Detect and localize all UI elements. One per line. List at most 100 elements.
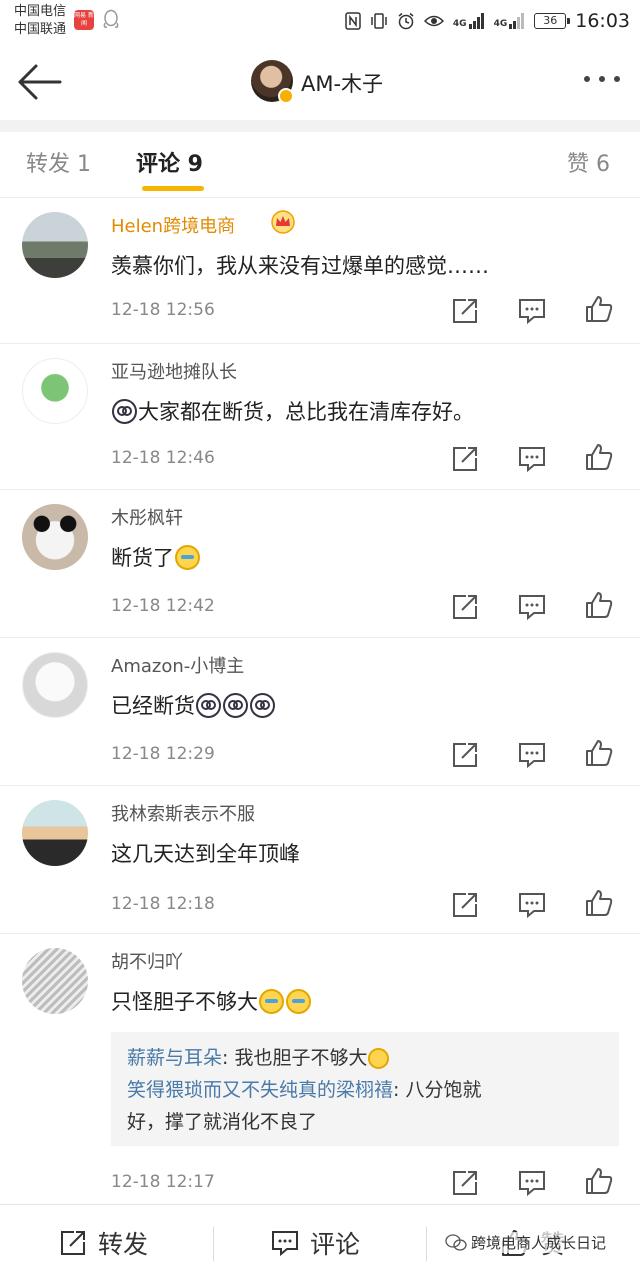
comment-icon bbox=[272, 1231, 298, 1257]
comment-item: 亚马逊地摊队长 大家都在断货，总比我在清库存好。 12-18 12:46 bbox=[0, 344, 640, 490]
comment-text: 这几天达到全年顶峰 bbox=[111, 842, 300, 866]
battery-indicator: 36 bbox=[534, 13, 571, 29]
comment-icon[interactable] bbox=[517, 444, 547, 474]
avatar[interactable] bbox=[22, 212, 88, 278]
repost-icon[interactable] bbox=[450, 592, 480, 622]
dizzy-emoji-icon bbox=[223, 692, 248, 718]
signal-1: 4G bbox=[453, 13, 485, 29]
page-title[interactable]: AM-木子 bbox=[301, 68, 383, 98]
commenter-name[interactable]: 胡不归吖 bbox=[111, 948, 183, 974]
repost-icon[interactable] bbox=[450, 740, 480, 770]
reply-author[interactable]: 笑得猥琐而又不失纯真的梁栩禧 bbox=[127, 1079, 393, 1101]
thumbs-up-icon[interactable] bbox=[584, 888, 614, 918]
clock: 16:03 bbox=[575, 10, 630, 32]
avatar[interactable] bbox=[22, 652, 88, 718]
comment-text: 羡慕你们，我从来没有过爆单的感觉…… bbox=[111, 254, 489, 278]
reply-text: : 八分饱就 bbox=[393, 1079, 482, 1101]
tab-repost[interactable]: 转发 1 bbox=[26, 146, 91, 178]
reply-item: 薪薪与耳朵: 我也胆子不够大 bbox=[127, 1042, 603, 1074]
watermark-text: 跨境电商人成长日记 bbox=[471, 1234, 607, 1252]
comment-time: 12-18 12:17 bbox=[111, 1172, 215, 1192]
carrier-1: 中国电信 bbox=[14, 4, 67, 19]
comment-item: 木彤枫轩 断货了 12-18 12:42 bbox=[0, 490, 640, 638]
wechat-icon bbox=[445, 1233, 467, 1251]
watermark: 跨境电商人成长日记 bbox=[445, 1232, 607, 1253]
signal-icon bbox=[509, 13, 525, 29]
dizzy-emoji-icon bbox=[112, 398, 137, 424]
more-dots-icon[interactable] bbox=[584, 76, 620, 82]
comment-item: Amazon-小博主 已经断货 12-18 12:29 bbox=[0, 638, 640, 786]
commenter-name[interactable]: Helen跨境电商 bbox=[111, 212, 235, 238]
reply-thread[interactable]: 薪薪与耳朵: 我也胆子不够大 笑得猥琐而又不失纯真的梁栩禧: 八分饱就 好，撑了… bbox=[111, 1032, 619, 1146]
nav-header: AM-木子 bbox=[0, 44, 640, 120]
comment-time: 12-18 12:46 bbox=[111, 448, 215, 468]
vibrate-icon bbox=[371, 13, 387, 29]
thumbs-up-icon[interactable] bbox=[584, 1166, 614, 1196]
news-app-icon: 网易 新闻 bbox=[74, 10, 94, 30]
comment-icon[interactable] bbox=[517, 890, 547, 920]
repost-icon bbox=[61, 1231, 85, 1255]
dizzy-emoji-icon bbox=[196, 692, 221, 718]
comment-icon[interactable] bbox=[517, 740, 547, 770]
back-arrow-icon[interactable] bbox=[16, 62, 64, 102]
comment-item: 胡不归吖 只怪胆子不够大 薪薪与耳朵: 我也胆子不够大 笑得猥琐而又不失纯真的梁… bbox=[0, 934, 640, 1204]
tab-comments[interactable]: 评论 9 bbox=[136, 146, 203, 178]
status-bar: 中国电信 中国联通 网易 新闻 4G 4G 36 16:03 bbox=[0, 0, 640, 44]
avatar[interactable] bbox=[22, 948, 88, 1014]
comment-time: 12-18 12:42 bbox=[111, 596, 215, 616]
signal-icon bbox=[468, 13, 484, 29]
crying-emoji-icon bbox=[286, 988, 311, 1014]
thumbs-up-icon[interactable] bbox=[584, 738, 614, 768]
carrier-2: 中国联通 bbox=[14, 22, 67, 37]
comment-icon[interactable] bbox=[517, 592, 547, 622]
section-divider bbox=[0, 120, 640, 132]
comment-icon[interactable] bbox=[517, 1168, 547, 1198]
comment-icon[interactable] bbox=[517, 296, 547, 326]
vip-crown-icon bbox=[271, 210, 295, 234]
commenter-name[interactable]: 我林索斯表示不服 bbox=[111, 800, 255, 826]
crying-emoji-icon bbox=[259, 988, 284, 1014]
reply-author[interactable]: 薪薪与耳朵 bbox=[127, 1047, 222, 1069]
comment-text-row: 只怪胆子不够大 bbox=[111, 986, 312, 1016]
thumbs-up-icon[interactable] bbox=[584, 442, 614, 472]
nfc-icon bbox=[345, 12, 361, 30]
commenter-name[interactable]: 亚马逊地摊队长 bbox=[111, 358, 237, 384]
comment-time: 12-18 12:29 bbox=[111, 744, 215, 764]
thumbs-up-icon[interactable] bbox=[584, 294, 614, 324]
reply-item: 笑得猥琐而又不失纯真的梁栩禧: 八分饱就 bbox=[127, 1074, 603, 1106]
repost-button[interactable]: 转发 bbox=[58, 1225, 148, 1261]
avatar[interactable] bbox=[22, 800, 88, 866]
repost-icon[interactable] bbox=[450, 444, 480, 474]
crying-emoji-icon bbox=[175, 544, 200, 570]
comment-text-row: 大家都在断货，总比我在清库存好。 bbox=[111, 396, 474, 426]
comment-text-row: 已经断货 bbox=[111, 690, 276, 720]
comment-text: 已经断货 bbox=[111, 694, 195, 718]
comment-time: 12-18 12:56 bbox=[111, 300, 215, 320]
commenter-name[interactable]: 木彤枫轩 bbox=[111, 504, 183, 530]
signal-2: 4G bbox=[494, 13, 526, 29]
comment-text-row: 断货了 bbox=[111, 542, 201, 572]
tab-likes[interactable]: 赞 6 bbox=[567, 146, 610, 178]
comment-time: 12-18 12:18 bbox=[111, 894, 215, 914]
network-type-2: 4G bbox=[493, 19, 508, 29]
comment-text: 大家都在断货，总比我在清库存好。 bbox=[138, 400, 474, 424]
avatar[interactable] bbox=[22, 504, 88, 570]
laughing-emoji-icon bbox=[368, 1048, 390, 1069]
comment-text: 只怪胆子不够大 bbox=[111, 990, 258, 1014]
dizzy-emoji-icon bbox=[250, 692, 275, 718]
thumbs-up-icon[interactable] bbox=[584, 590, 614, 620]
repost-label: 转发 bbox=[98, 1230, 149, 1259]
comment-label: 评论 bbox=[310, 1230, 361, 1259]
comment-button[interactable]: 评论 bbox=[270, 1225, 360, 1261]
repost-icon[interactable] bbox=[450, 296, 480, 326]
repost-icon[interactable] bbox=[450, 1168, 480, 1198]
reply-text-continued: 好，撑了就消化不良了 bbox=[127, 1111, 318, 1133]
reply-text: : 我也胆子不够大 bbox=[222, 1047, 368, 1069]
avatar[interactable] bbox=[22, 358, 88, 424]
commenter-name[interactable]: Amazon-小博主 bbox=[111, 652, 244, 678]
divider bbox=[426, 1227, 427, 1261]
alarm-icon bbox=[398, 12, 414, 30]
tab-bar: 转发 1 评论 9 赞 6 bbox=[0, 132, 640, 198]
status-icons: 4G 4G 36 16:03 bbox=[345, 8, 630, 34]
repost-icon[interactable] bbox=[450, 890, 480, 920]
